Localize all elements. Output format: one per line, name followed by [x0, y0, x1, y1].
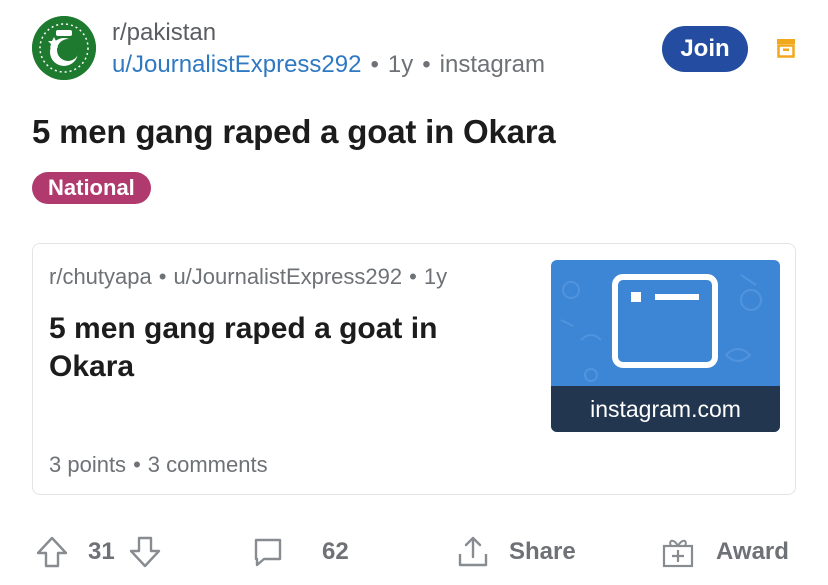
crosspost-meta: r/chutyapa • u/JournalistExpress292 • 1y [49, 264, 447, 290]
comments-button[interactable]: 62 [250, 522, 349, 582]
crosspost-points: 3 points [49, 452, 127, 477]
crosspost-subreddit[interactable]: r/chutyapa [49, 264, 152, 289]
vote-count: 31 [88, 538, 115, 565]
post-header: r/pakistan u/JournalistExpress292 • 1y • ins… [32, 16, 812, 80]
join-button[interactable]: Join [662, 26, 748, 72]
crosspost-author[interactable]: u/JournalistExpress292 [173, 264, 402, 289]
meta-separator: • [422, 51, 431, 78]
post-age: 1y [387, 51, 414, 78]
crosspost-age: 1y [423, 264, 448, 289]
comment-icon [254, 538, 282, 567]
meta-separator: • [158, 264, 167, 289]
meta-separator: • [133, 452, 141, 477]
share-icon [458, 536, 488, 567]
share-label: Share [509, 538, 576, 565]
post-source[interactable]: instagram [440, 51, 545, 78]
award-icon [662, 539, 694, 568]
award-button[interactable]: Award [660, 522, 789, 582]
subreddit-name[interactable]: r/pakistan [112, 19, 216, 47]
share-button[interactable]: Share [455, 522, 576, 582]
thumbnail-caption: instagram.com [551, 386, 780, 432]
post-title[interactable]: 5 men gang raped a goat in Okara [32, 113, 556, 151]
link-thumbnail[interactable]: instagram.com [551, 260, 780, 432]
post-flair[interactable]: National [32, 172, 151, 204]
comment-count: 62 [322, 538, 349, 565]
award-label: Award [716, 538, 789, 565]
crosspost-title[interactable]: 5 men gang raped a goat in Okara [49, 310, 509, 386]
post-meta: u/JournalistExpress292 • 1y • instagram [112, 51, 545, 79]
meta-separator: • [409, 264, 417, 289]
action-bar: 31 62 Share Award [0, 522, 828, 582]
downvote-icon[interactable] [127, 534, 163, 570]
vote-group: 31 [34, 522, 163, 582]
save-icon[interactable] [774, 36, 798, 60]
meta-separator: • [370, 51, 379, 78]
crosspost-stats: 3 points • 3 comments [49, 452, 268, 478]
crosspost-card[interactable]: r/chutyapa • u/JournalistExpress292 • 1y 5 m… [32, 243, 796, 495]
upvote-icon[interactable] [34, 534, 70, 570]
subreddit-avatar-icon[interactable] [32, 16, 96, 80]
crosspost-comments[interactable]: 3 comments [148, 452, 268, 477]
author-link[interactable]: u/JournalistExpress292 [112, 51, 361, 78]
